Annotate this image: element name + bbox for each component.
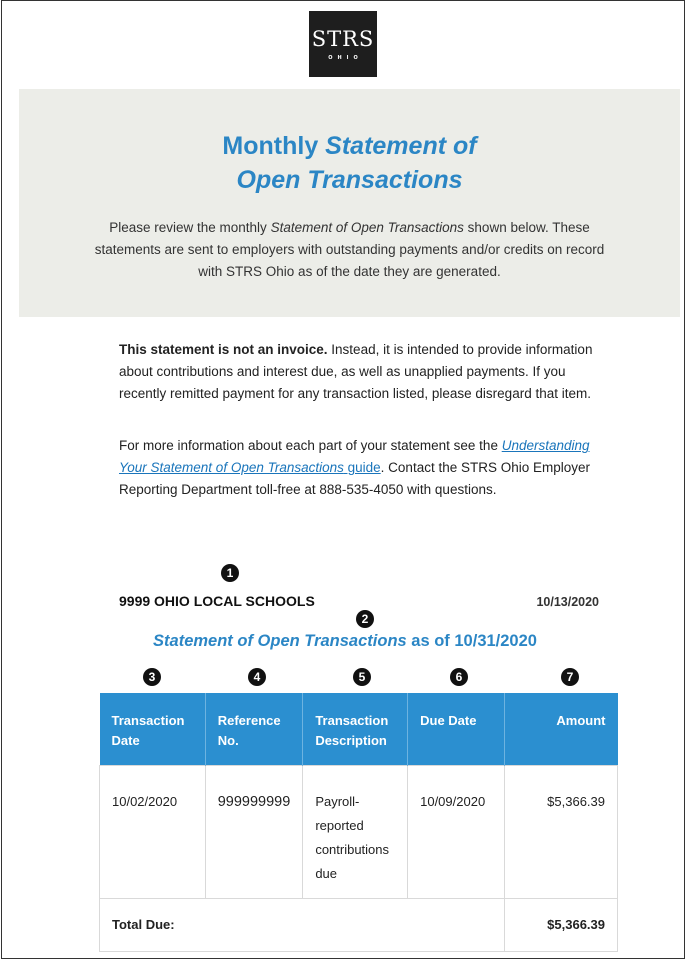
- total-amount: $5,366.39: [503, 898, 619, 952]
- statement-title-em: Statement of Open Transactions: [153, 632, 407, 650]
- cell-amount: $5,366.39: [503, 765, 619, 899]
- logo-mark: STRS: [311, 26, 375, 51]
- statement-title: Statement of Open Transactions as of 10/…: [2, 632, 684, 651]
- cell-due-date: 10/09/2020: [407, 765, 505, 899]
- title-plain: Monthly: [222, 132, 326, 160]
- title-em-1: Statement of: [325, 132, 477, 160]
- marker-6: 6: [450, 668, 468, 686]
- more-info-paragraph: For more information about each part of …: [119, 435, 599, 501]
- more-info-before: For more information about each part of …: [119, 438, 502, 453]
- marker-2: 2: [356, 610, 374, 628]
- marker-5: 5: [353, 668, 371, 686]
- header-transaction-date: Transaction Date: [99, 693, 206, 766]
- statement-date: 10/13/2020: [536, 595, 599, 609]
- title-em-2: Open Transactions: [236, 166, 463, 194]
- body-text: This statement is not an invoice. Instea…: [119, 339, 599, 501]
- intro-text: Please review the monthly Statement of O…: [90, 217, 610, 283]
- statement-page: STRS OHIO Monthly Statement of Open Tran…: [1, 0, 685, 959]
- header-due-date: Due Date: [407, 693, 505, 766]
- table-header-row: Transaction Date Reference No. Transacti…: [99, 693, 618, 766]
- guide-link-suffix: guide: [343, 460, 381, 475]
- header-reference-no: Reference No.: [205, 693, 304, 766]
- employer-row: 9999 OHIO LOCAL SCHOOLS 10/13/2020: [119, 593, 599, 609]
- header: STRS OHIO: [2, 1, 684, 89]
- header-amount: Amount: [504, 693, 618, 766]
- header-transaction-description: Transaction Description: [302, 693, 409, 766]
- statement-title-rest: as of 10/31/2020: [406, 632, 537, 650]
- total-label: Total Due:: [99, 898, 505, 952]
- marker-3: 3: [143, 668, 161, 686]
- employer-name: 9999 OHIO LOCAL SCHOOLS: [119, 593, 315, 609]
- total-row: Total Due: $5,366.39: [99, 898, 619, 952]
- intro-part-1: Please review the monthly: [109, 220, 271, 235]
- cell-reference-no: 999999999: [204, 765, 304, 899]
- intro-em: Statement of Open Transactions: [270, 220, 464, 235]
- transactions-table: Transaction Date Reference No. Transacti…: [99, 693, 619, 952]
- table-row: 10/02/2020 999999999 Payroll-reported co…: [99, 765, 619, 899]
- cell-transaction-description: Payroll-reported contributions due: [302, 765, 409, 899]
- notice-bold: This statement is not an invoice.: [119, 342, 328, 357]
- cell-transaction-date: 10/02/2020: [99, 765, 206, 899]
- marker-4: 4: [248, 668, 266, 686]
- marker-7: 7: [561, 668, 579, 686]
- page-title: Monthly Statement of Open Transactions: [19, 129, 680, 197]
- marker-1: 1: [221, 564, 239, 582]
- strs-ohio-logo: STRS OHIO: [309, 11, 377, 77]
- not-invoice-notice: This statement is not an invoice. Instea…: [119, 339, 599, 405]
- logo-sub: OHIO: [328, 54, 363, 61]
- intro-banner: Monthly Statement of Open Transactions P…: [19, 89, 680, 317]
